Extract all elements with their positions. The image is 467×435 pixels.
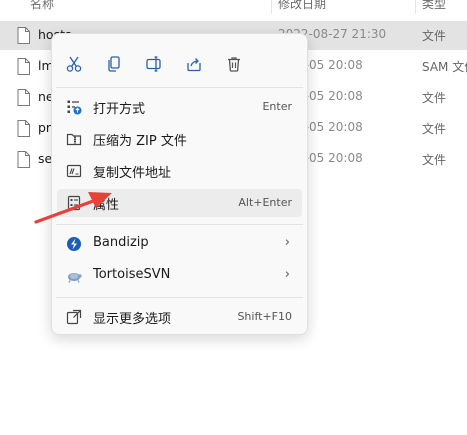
copy-button[interactable] [100, 52, 128, 76]
file-type: 文件 [422, 153, 447, 167]
file-icon [17, 89, 30, 106]
column-header-date[interactable]: 修改日期 [278, 0, 326, 12]
tortoisesvn-icon [68, 273, 82, 283]
file-type: 文件 [422, 29, 447, 43]
column-header-row: 名称 修改日期 类型 [0, 0, 467, 14]
chevron-right-icon: › [284, 235, 290, 250]
menu-item-label: TortoiseSVN [93, 267, 171, 282]
file-name: pr [38, 120, 52, 135]
copy-path-icon [66, 164, 82, 178]
shortcut-label: Enter [262, 100, 292, 113]
share-button[interactable] [180, 52, 208, 76]
menu-item-compress-zip[interactable]: 压缩为 ZIP 文件 [57, 125, 302, 153]
column-divider[interactable] [271, 0, 272, 14]
menu-separator [56, 297, 303, 298]
file-icon [17, 151, 30, 168]
zip-folder-icon [66, 133, 82, 146]
file-icon [17, 58, 30, 75]
column-header-type[interactable]: 类型 [422, 0, 446, 12]
chevron-right-icon: › [284, 267, 290, 282]
cut-button[interactable] [60, 52, 88, 76]
menu-item-tortoisesvn[interactable]: TortoiseSVN › [57, 262, 302, 290]
delete-icon [228, 57, 240, 72]
menu-item-label: 压缩为 ZIP 文件 [93, 134, 187, 149]
file-icon [17, 120, 30, 137]
file-type: 文件 [422, 122, 447, 136]
file-type: SAM 文件 [422, 60, 467, 74]
delete-button[interactable] [220, 52, 248, 76]
shortcut-label: Shift+F10 [237, 310, 292, 323]
context-menu: 打开方式 Enter 压缩为 ZIP 文件 复制文件地址 属性 Alt+Ente… [51, 33, 308, 335]
menu-item-properties[interactable]: 属性 Alt+Enter [57, 189, 302, 217]
open-with-icon [67, 100, 82, 115]
menu-item-label: 显示更多选项 [93, 312, 172, 327]
menu-item-open-with[interactable]: 打开方式 Enter [57, 93, 302, 121]
rename-button[interactable] [140, 52, 168, 76]
menu-separator [56, 87, 303, 88]
bandizip-icon [67, 237, 81, 251]
properties-icon [67, 195, 81, 211]
rename-icon [146, 56, 161, 72]
menu-item-bandizip[interactable]: Bandizip › [57, 230, 302, 258]
shortcut-label: Alt+Enter [238, 196, 292, 209]
file-type: 文件 [422, 91, 447, 105]
menu-item-show-more-options[interactable]: 显示更多选项 Shift+F10 [57, 303, 302, 331]
column-divider[interactable] [415, 0, 416, 14]
menu-item-copy-path[interactable]: 复制文件地址 [57, 157, 302, 185]
menu-separator [56, 224, 303, 225]
copy-icon [108, 56, 120, 72]
menu-item-label: 属性 [93, 198, 120, 213]
column-header-name[interactable]: 名称 [30, 0, 54, 12]
menu-item-label: 打开方式 [93, 102, 146, 117]
show-more-icon [66, 309, 82, 325]
cut-icon [66, 56, 82, 72]
share-icon [187, 58, 201, 72]
file-icon [17, 27, 30, 44]
menu-item-label: Bandizip [93, 235, 149, 250]
menu-item-label: 复制文件地址 [93, 166, 172, 181]
